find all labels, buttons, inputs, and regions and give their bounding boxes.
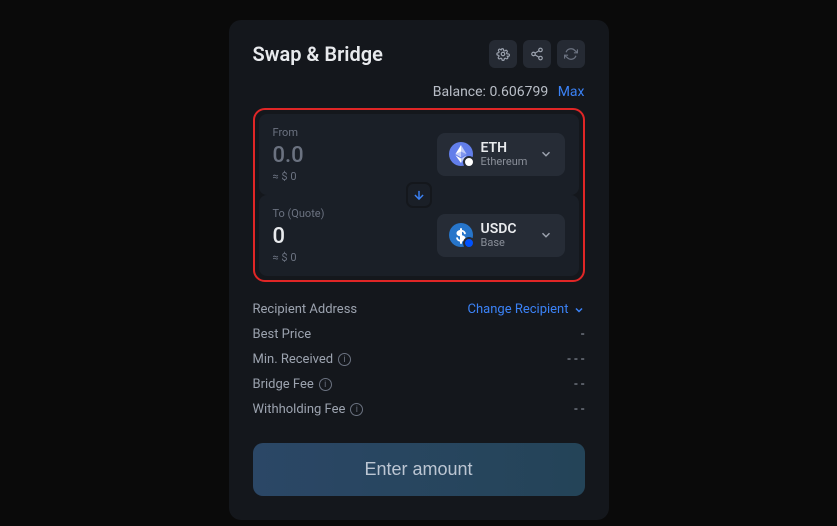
min-received-label: Min. Received i	[253, 352, 352, 367]
gear-icon	[496, 47, 510, 61]
to-amount: 0	[273, 224, 437, 249]
info-icon[interactable]: i	[338, 353, 351, 366]
submit-button[interactable]: Enter amount	[253, 443, 585, 496]
withholding-fee-value: - -	[574, 402, 584, 417]
usdc-icon	[449, 223, 473, 247]
from-input-area[interactable]: From 0.0 ≈ $ 0	[273, 126, 437, 183]
from-amount: 0.0	[273, 143, 437, 168]
eth-network-badge	[463, 156, 475, 168]
to-fiat: ≈ $ 0	[273, 251, 437, 264]
recipient-row: Recipient Address Change Recipient	[253, 302, 585, 317]
from-token-picker[interactable]: ETH Ethereum	[437, 133, 565, 176]
header-actions	[489, 40, 585, 68]
bridge-fee-label: Bridge Fee i	[253, 377, 332, 392]
max-button[interactable]: Max	[558, 84, 585, 100]
min-received-value: - - -	[567, 352, 584, 367]
withholding-fee-row: Withholding Fee i - -	[253, 402, 585, 417]
info-icon[interactable]: i	[350, 403, 363, 416]
refresh-button[interactable]	[557, 40, 585, 68]
chevron-down-icon	[539, 147, 553, 161]
to-label: To (Quote)	[273, 207, 437, 220]
to-token-symbol: USDC	[481, 222, 531, 237]
best-price-row: Best Price -	[253, 327, 585, 342]
bridge-fee-row: Bridge Fee i - -	[253, 377, 585, 392]
share-icon	[530, 47, 544, 61]
from-token-symbol: ETH	[481, 141, 531, 156]
info-icon[interactable]: i	[319, 378, 332, 391]
share-button[interactable]	[523, 40, 551, 68]
swap-box: From 0.0 ≈ $ 0 ETH Ethereum To (	[253, 108, 585, 282]
settings-button[interactable]	[489, 40, 517, 68]
best-price-label: Best Price	[253, 327, 312, 342]
withholding-fee-label: Withholding Fee i	[253, 402, 364, 417]
eth-icon	[449, 142, 473, 166]
chevron-down-icon	[539, 228, 553, 242]
to-token-network: Base	[481, 237, 531, 249]
panel-header: Swap & Bridge	[253, 40, 585, 68]
to-output-area: To (Quote) 0 ≈ $ 0	[273, 207, 437, 264]
switch-direction-button[interactable]	[406, 182, 432, 208]
page-title: Swap & Bridge	[253, 42, 383, 66]
change-recipient-button[interactable]: Change Recipient	[468, 302, 585, 317]
balance-row: Balance: 0.606799 Max	[253, 84, 585, 100]
chevron-down-icon	[573, 304, 585, 316]
base-network-badge	[463, 237, 475, 249]
balance-label: Balance: 0.606799	[433, 84, 549, 100]
to-token-picker[interactable]: USDC Base	[437, 214, 565, 257]
best-price-value: -	[581, 327, 585, 342]
bridge-fee-value: - -	[574, 377, 584, 392]
recipient-label: Recipient Address	[253, 302, 358, 317]
from-token-network: Ethereum	[481, 156, 531, 168]
from-label: From	[273, 126, 437, 139]
min-received-row: Min. Received i - - -	[253, 352, 585, 367]
refresh-icon	[564, 47, 578, 61]
swap-bridge-panel: Swap & Bridge Balance: 0.606799 Max From…	[229, 20, 609, 520]
arrow-down-icon	[412, 188, 426, 202]
